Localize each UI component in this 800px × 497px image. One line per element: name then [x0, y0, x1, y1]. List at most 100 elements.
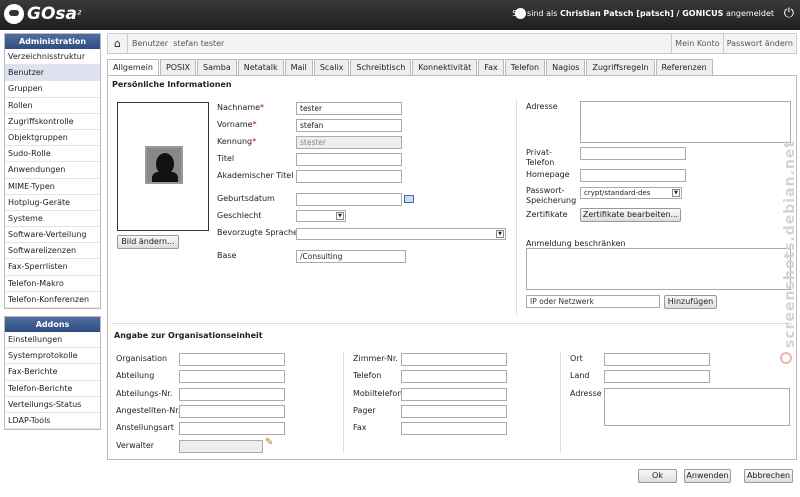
change-password-link[interactable]: Passwort ändern	[722, 34, 796, 53]
org-address-textarea[interactable]	[604, 387, 790, 426]
org-field-input[interactable]	[179, 370, 285, 384]
tab-item[interactable]: POSIX	[159, 59, 196, 75]
breadcrumb-section[interactable]: Benutzer	[132, 39, 168, 48]
cancel-button[interactable]: Abbrechen	[744, 469, 793, 483]
sidebar-addon-item[interactable]: Verteilungs-Status	[5, 397, 100, 413]
title-input[interactable]	[296, 153, 402, 166]
org-field-input[interactable]	[604, 370, 710, 384]
add-restriction-button[interactable]: Hinzufügen	[664, 295, 717, 309]
tab-item[interactable]: Telefon	[504, 59, 546, 75]
tab-item[interactable]: Referenzen	[655, 59, 713, 75]
logout-power-icon[interactable]: ⏻	[784, 6, 794, 21]
password-storage-label: Passwort- Speicherung	[526, 186, 577, 205]
sidebar-item[interactable]: Hotplug-Geräte	[5, 195, 100, 211]
org-field-input[interactable]	[401, 387, 507, 401]
firstname-input[interactable]: stefan	[296, 119, 402, 132]
sidebar-item[interactable]: Telefon-Konferenzen	[5, 292, 100, 308]
tab-item[interactable]: Netatalk	[237, 59, 284, 75]
sidebar-item[interactable]: Anwendungen	[5, 162, 100, 179]
org-field-input[interactable]	[179, 353, 285, 366]
tab-item[interactable]: Scalix	[313, 59, 350, 75]
login-restriction-label: Anmeldung beschränken	[526, 239, 626, 248]
sidebar-admin-title: Administration	[5, 34, 100, 49]
org-field-label: Fax	[353, 423, 367, 433]
sidebar-admin: Administration Verzeichnisstruktur Benutz…	[4, 33, 101, 309]
sidebar-addons: Addons Einstellungen Systemprotokolle Fax-…	[4, 316, 101, 431]
birthdate-label: Geburtsdatum	[217, 194, 275, 203]
tab-item[interactable]: Samba	[196, 59, 237, 75]
org-field-input[interactable]	[401, 353, 507, 366]
change-picture-button[interactable]: Bild ändern...	[117, 235, 179, 249]
ip-network-input[interactable]: IP oder Netzwerk	[526, 295, 660, 308]
org-field-input[interactable]	[179, 387, 285, 401]
tab-item[interactable]: Konnektivität	[412, 59, 478, 75]
address-textarea[interactable]	[580, 101, 791, 143]
sidebar-item[interactable]: Verzeichnisstruktur	[5, 49, 100, 66]
tab-bar: Allgemein POSIX Samba Netatalk Mail Scalix Sch…	[107, 59, 714, 76]
sidebar-item[interactable]: MIME-Typen	[5, 179, 100, 195]
user-info: Sie sind als Christian Patsch [patsch] /…	[512, 9, 774, 18]
homepage-label: Homepage	[526, 170, 570, 179]
sidebar-addon-item[interactable]: Fax-Berichte	[5, 364, 100, 381]
password-storage-value: crypt/standard-des	[584, 189, 651, 197]
org-field-input[interactable]	[401, 404, 507, 418]
language-select[interactable]: ▼	[296, 228, 506, 240]
sidebar-item[interactable]: Objektgruppen	[5, 130, 100, 147]
org-field-label: Verwalter	[116, 440, 155, 450]
sidebar-item[interactable]: Telefon-Makro	[5, 276, 100, 292]
org-field-label: Land	[570, 371, 590, 381]
org-field-input[interactable]	[604, 353, 710, 366]
tab-item[interactable]: Allgemein	[107, 59, 159, 76]
calendar-icon[interactable]	[404, 195, 414, 203]
base-input[interactable]: /Consulting	[296, 250, 406, 263]
org-field-input[interactable]	[401, 422, 507, 436]
sidebar-item[interactable]: Zugriffskontrolle	[5, 114, 100, 130]
edit-certificates-button[interactable]: Zertifikate bearbeiten...	[580, 208, 681, 222]
academic-title-input[interactable]	[296, 170, 402, 183]
birthdate-input[interactable]	[296, 193, 402, 206]
password-storage-select[interactable]: crypt/standard-des ▼	[580, 187, 682, 199]
user-name: Christian Patsch [patsch] / GONICUS	[559, 9, 724, 18]
lastname-label: Nachname*	[217, 103, 265, 112]
homepage-input[interactable]	[580, 169, 686, 182]
org-field-input[interactable]	[179, 404, 285, 418]
lastname-input[interactable]: tester	[296, 102, 402, 115]
sidebar-addon-item[interactable]: Einstellungen	[5, 332, 100, 349]
sidebar-addon-item[interactable]: LDAP-Tools	[5, 413, 100, 430]
apply-button[interactable]: Anwenden	[684, 469, 731, 483]
certificates-label: Zertifikate	[526, 210, 568, 219]
section-divider	[112, 323, 792, 324]
private-phone-input[interactable]	[580, 147, 686, 160]
org-field-input[interactable]	[401, 370, 507, 384]
tab-item[interactable]: Fax	[478, 59, 504, 75]
user-suffix: angemeldet	[725, 9, 774, 18]
sidebar-addon-item[interactable]: Systemprotokolle	[5, 348, 100, 365]
my-account-link[interactable]: Mein Konto	[671, 34, 723, 53]
org-field-label: Angestellten-Nr.	[116, 405, 181, 415]
sidebar-item[interactable]: Sudo-Rolle	[5, 146, 100, 163]
login-restriction-list[interactable]	[526, 248, 791, 290]
sidebar-item[interactable]: Benutzer	[5, 65, 100, 82]
ok-button[interactable]: Ok	[638, 469, 677, 483]
home-icon[interactable]: ⌂	[108, 34, 128, 53]
sidebar-item[interactable]: Gruppen	[5, 81, 100, 98]
user-photo	[117, 102, 209, 231]
sidebar-item[interactable]: Softwarelizenzen	[5, 243, 100, 260]
sidebar-item[interactable]: Systeme	[5, 211, 100, 228]
org-field-input[interactable]	[179, 422, 285, 436]
sidebar-item[interactable]: Fax-Sperrlisten	[5, 259, 100, 276]
tab-item[interactable]: Nagios	[546, 59, 586, 75]
sidebar-item[interactable]: Rollen	[5, 98, 100, 114]
gender-select[interactable]: ▼	[296, 210, 346, 222]
tab-item[interactable]: Mail	[284, 59, 313, 75]
top-bar: GOsa ² Sie sind als Christian Patsch [pat…	[0, 0, 800, 30]
sidebar-addon-item[interactable]: Telefon-Berichte	[5, 381, 100, 397]
org-field-label: Pager	[353, 405, 376, 415]
sidebar-item[interactable]: Software-Verteilung	[5, 227, 100, 244]
tab-item[interactable]: Zugriffsregeln	[586, 59, 655, 75]
personal-info-title: Persönliche Informationen	[112, 80, 232, 89]
edit-manager-icon[interactable]: ✎	[265, 437, 273, 448]
org-field-input	[179, 439, 263, 453]
base-label: Base	[217, 251, 237, 260]
tab-item[interactable]: Schreibtisch	[350, 59, 412, 75]
